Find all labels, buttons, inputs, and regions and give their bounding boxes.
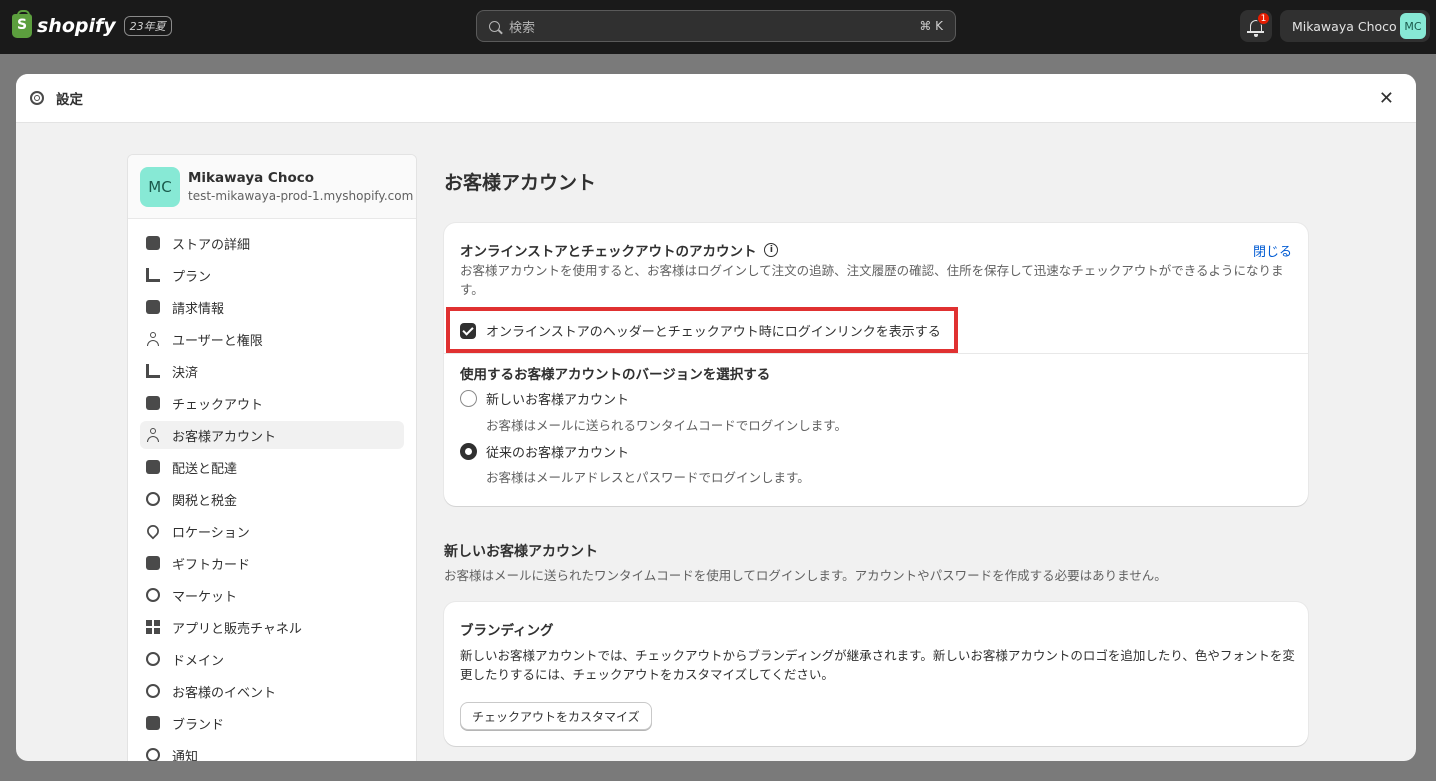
new-accounts-section-description: お客様はメールに送られたワンタイムコードを使用してログインします。アカウントやパ… [444, 568, 1167, 583]
store-header[interactable]: MC Mikawaya Choco test-mikawaya-prod-1.m… [128, 155, 416, 219]
edition-badge: 23年夏 [123, 16, 172, 36]
truck-icon [146, 460, 160, 474]
branding-title: ブランディング [460, 623, 554, 639]
branding-card: ブランディング 新しいお客様アカウントでは、チェックアウトからブランディングが継… [444, 602, 1308, 746]
store-domain: test-mikawaya-prod-1.myshopify.com [188, 189, 414, 203]
globe-icon [146, 588, 160, 602]
modal-title: 設定 [56, 92, 83, 108]
shopify-logo[interactable]: S shopify 23年夏 [12, 10, 172, 38]
brand-icon [146, 716, 160, 730]
payments-icon [146, 364, 160, 378]
search-icon [489, 20, 500, 32]
sidebar-item-billing[interactable]: 請求情報 [140, 293, 404, 321]
notification-badge: 1 [1257, 12, 1270, 25]
new-accounts-help: お客様はメールに送られるワンタイムコードでログインします。 [486, 418, 848, 433]
modal-header: 設定 ✕ [16, 74, 1416, 123]
user-name: Mikawaya Choco [1292, 18, 1397, 34]
legacy-accounts-help: お客様はメールアドレスとパスワードでログインします。 [486, 470, 810, 485]
search-shortcut: ⌘ K [919, 19, 943, 33]
users-icon [146, 332, 160, 346]
search-placeholder: 検索 [509, 20, 536, 36]
search-bar[interactable]: 検索 ⌘ K [476, 10, 956, 42]
sidebar-item-notifications[interactable]: 通知 [140, 741, 404, 761]
sidebar-item-gift-cards[interactable]: ギフトカード [140, 549, 404, 577]
sidebar-item-customer-events[interactable]: お客様のイベント [140, 677, 404, 705]
new-accounts-radio[interactable] [460, 390, 477, 407]
events-icon [146, 684, 160, 698]
branding-description: 新しいお客様アカウントでは、チェックアウトからブランディングが継承されます。新し… [460, 648, 1295, 682]
sidebar-item-users[interactable]: ユーザーと権限 [140, 325, 404, 353]
tax-icon [146, 492, 160, 506]
billing-icon [146, 300, 160, 314]
sidebar-item-shipping[interactable]: 配送と配達 [140, 453, 404, 481]
sidebar-item-taxes[interactable]: 関税と税金 [140, 485, 404, 513]
sidebar-item-brand[interactable]: ブランド [140, 709, 404, 737]
store-avatar: MC [140, 166, 180, 207]
legacy-accounts-option[interactable]: 従来のお客様アカウント [460, 442, 629, 461]
settings-sidebar: MC Mikawaya Choco test-mikawaya-prod-1.m… [127, 154, 417, 761]
plan-icon [146, 268, 160, 282]
dismiss-link[interactable]: 閉じる [1253, 241, 1292, 260]
customize-checkout-button[interactable]: チェックアウトをカスタマイズ [460, 702, 652, 730]
accounts-card: オンラインストアとチェックアウトのアカウント i 閉じる お客様アカウントを使用… [444, 223, 1308, 506]
gift-card-icon [146, 556, 160, 570]
notifications-button[interactable]: 1 [1240, 10, 1272, 42]
cart-icon [146, 396, 160, 410]
settings-modal: 設定 ✕ MC Mikawaya Choco test-mikawaya-pro… [16, 74, 1416, 761]
version-title: 使用するお客様アカウントのバージョンを選択する [460, 367, 771, 383]
show-login-link-checkbox[interactable] [460, 322, 476, 339]
user-avatar: MC [1400, 13, 1426, 39]
sidebar-item-customer-accounts[interactable]: お客様アカウント [140, 421, 404, 449]
sidebar-item-checkout[interactable]: チェックアウト [140, 389, 404, 417]
page-title: お客様アカウント [444, 172, 597, 194]
new-accounts-label: 新しいお客様アカウント [486, 393, 630, 408]
legacy-accounts-radio[interactable] [460, 443, 477, 460]
sidebar-item-markets[interactable]: マーケット [140, 581, 404, 609]
user-menu-button[interactable]: Mikawaya Choco MC [1280, 10, 1430, 42]
bell-icon [146, 748, 160, 761]
sidebar-nav: ストアの詳細 プラン 請求情報 ユーザーと権限 決済 チェックアウト お客様アカ… [128, 219, 416, 761]
store-name: Mikawaya Choco [188, 170, 314, 186]
new-accounts-section-title: 新しいお客様アカウント [444, 544, 598, 560]
legacy-accounts-label: 従来のお客様アカウント [486, 446, 630, 461]
top-bar: S shopify 23年夏 検索 ⌘ K 1 Mikawaya Choco M… [0, 0, 1436, 54]
sidebar-item-locations[interactable]: ロケーション [140, 517, 404, 545]
info-icon[interactable]: i [764, 243, 779, 257]
show-login-link-option[interactable]: オンラインストアのヘッダーとチェックアウト時にログインリンクを表示する [460, 321, 941, 340]
gear-icon [30, 91, 44, 105]
domain-icon [146, 652, 160, 666]
divider [444, 353, 1308, 354]
sidebar-item-payments[interactable]: 決済 [140, 357, 404, 385]
shopify-bag-icon: S [12, 10, 32, 38]
accounts-card-description: お客様アカウントを使用すると、お客様はログインして注文の追跡、注文履歴の確認、住… [460, 263, 1284, 297]
store-icon [146, 236, 160, 250]
sidebar-item-domains[interactable]: ドメイン [140, 645, 404, 673]
sidebar-item-apps[interactable]: アプリと販売チャネル [140, 613, 404, 641]
apps-icon [146, 620, 160, 634]
show-login-link-label: オンラインストアのヘッダーとチェックアウト時にログインリンクを表示する [486, 325, 941, 340]
sidebar-item-plan[interactable]: プラン [140, 261, 404, 289]
person-icon [146, 428, 160, 442]
accounts-card-title: オンラインストアとチェックアウトのアカウント i [460, 240, 779, 260]
close-modal-button[interactable]: ✕ [1379, 88, 1394, 109]
new-accounts-option[interactable]: 新しいお客様アカウント [460, 389, 629, 408]
logo-text: shopify [37, 15, 116, 37]
sidebar-item-store-details[interactable]: ストアの詳細 [140, 229, 404, 257]
location-icon [144, 522, 162, 540]
